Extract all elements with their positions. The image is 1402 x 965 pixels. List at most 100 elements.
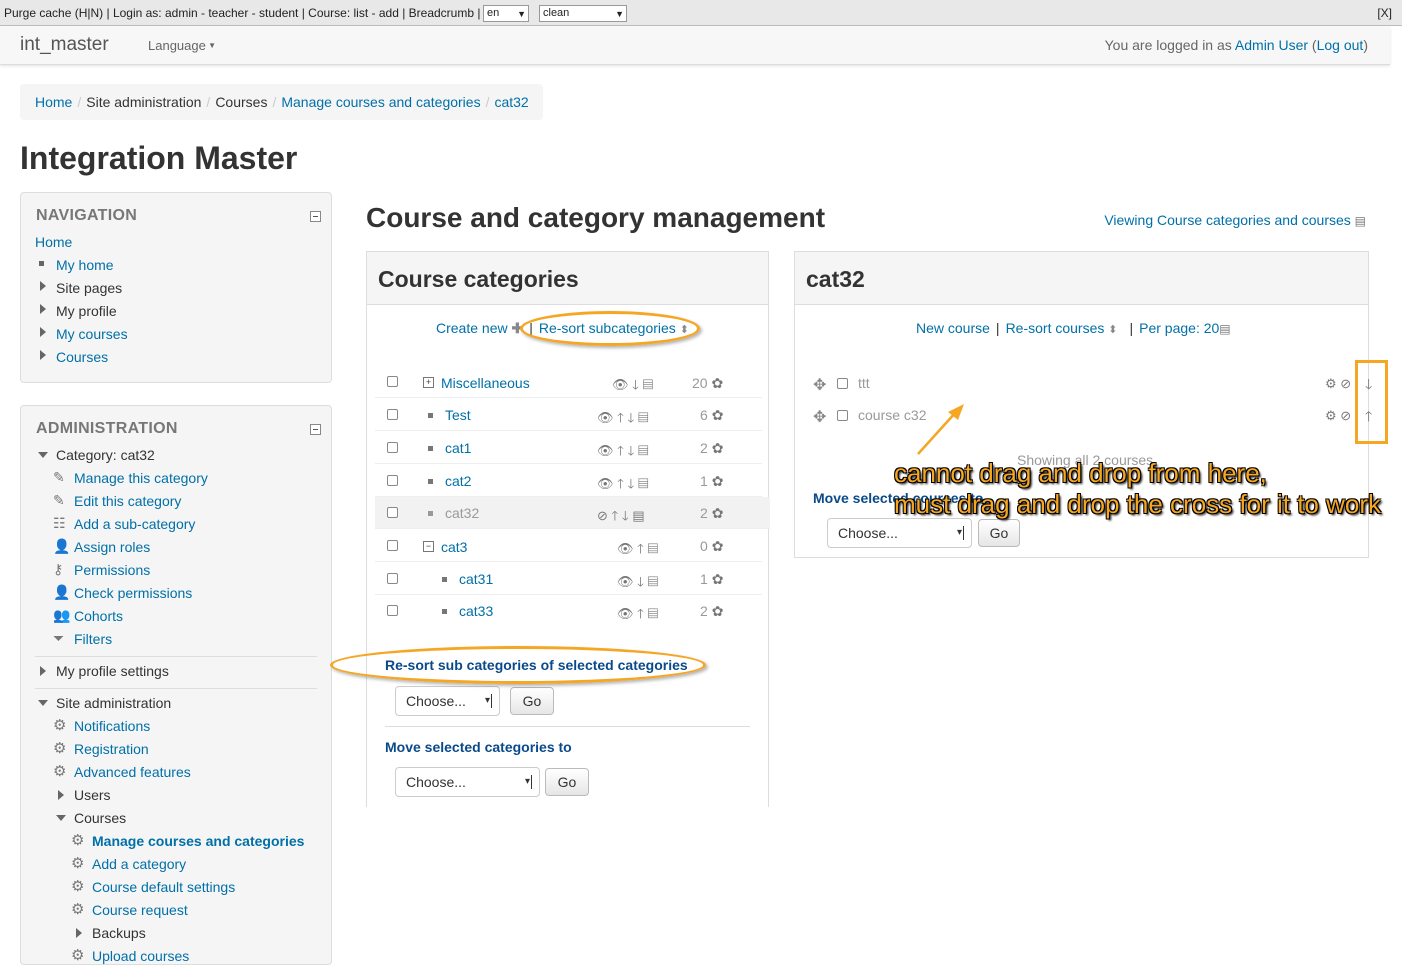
move-cross-icon[interactable]: ✥	[813, 375, 826, 395]
advanced-features[interactable]: Advanced features	[74, 764, 191, 780]
category-row-cat33[interactable]: cat33 👁 🡑 ▤ 2 ✿	[375, 595, 762, 627]
category-row-cat31[interactable]: cat31 👁 🡓 ▤ 1 ✿	[375, 563, 762, 595]
eye-icon[interactable]: 👁	[597, 410, 614, 425]
create-new-link[interactable]: Create new ✚	[436, 320, 523, 336]
move-courses-go-button[interactable]: Go	[978, 519, 1020, 547]
add-a-category[interactable]: Add a category	[92, 856, 186, 872]
arrow-down-icon[interactable]: 🡓	[637, 574, 644, 589]
expand-arrow-icon[interactable]	[76, 928, 82, 938]
user-link[interactable]: Admin User	[1235, 37, 1308, 53]
eye-slash-icon[interactable]: ⊘	[1340, 408, 1351, 423]
course-name[interactable]: ttt	[858, 375, 870, 391]
collapse-minus-icon[interactable]: −	[423, 541, 434, 552]
category-row-cat3[interactable]: − cat3 👁 🡑 ▤ 0 ✿	[375, 530, 762, 562]
expand-arrow-icon[interactable]	[40, 327, 46, 337]
nav-my-profile[interactable]: My profile	[56, 303, 117, 319]
backups[interactable]: Backups	[92, 925, 146, 941]
category-name[interactable]: Miscellaneous	[441, 375, 530, 391]
arrow-up-icon[interactable]: 🡑	[617, 443, 624, 458]
category-checkbox[interactable]	[387, 573, 398, 584]
eye-icon[interactable]: 👁	[617, 606, 634, 621]
category-checkbox[interactable]	[387, 376, 398, 387]
eye-icon[interactable]: 👁	[597, 476, 614, 491]
permissions[interactable]: Permissions	[74, 562, 150, 578]
breadcrumb-cat32[interactable]: cat32	[494, 94, 528, 110]
users[interactable]: Users	[74, 787, 111, 803]
eye-slash-icon[interactable]: ⊘	[1340, 376, 1351, 391]
expand-plus-icon[interactable]: +	[423, 377, 434, 388]
logout-link[interactable]: Log out	[1317, 37, 1364, 53]
move-categories-select[interactable]: Choose... ▾	[395, 767, 540, 797]
manage-courses-and-categories[interactable]: Manage courses and categories	[92, 833, 304, 849]
collapse-arrow-icon[interactable]	[56, 815, 66, 821]
category-row-miscellaneous[interactable]: + Miscellaneous 👁 🡓 ▤ 20 ✿	[375, 366, 762, 398]
collapse-arrow-icon[interactable]	[38, 700, 48, 706]
courses-node[interactable]: Courses	[74, 810, 126, 826]
collapse-icon[interactable]	[310, 211, 321, 222]
arrow-up-icon[interactable]: 🡑	[637, 541, 644, 556]
per-page-link[interactable]: Per page: 20▤	[1139, 320, 1231, 336]
category-checkbox[interactable]	[387, 540, 398, 551]
course-checkbox[interactable]	[837, 378, 848, 389]
resort-courses-link[interactable]: Re-sort courses ⬍	[1006, 320, 1118, 336]
nav-home[interactable]: Home	[35, 234, 72, 250]
nav-my-courses[interactable]: My courses	[56, 326, 128, 342]
gear-icon[interactable]: ⚙	[1325, 376, 1337, 391]
category-name[interactable]: Test	[445, 407, 471, 423]
category-checkbox[interactable]	[387, 605, 398, 616]
language-menu[interactable]: Language ▼	[148, 38, 216, 53]
nav-my-home[interactable]: My home	[39, 257, 114, 273]
move-cross-icon[interactable]: ✥	[813, 407, 826, 427]
collapse-icon[interactable]	[310, 424, 321, 435]
menu-icon[interactable]: ▤	[632, 508, 644, 523]
filters[interactable]: Filters	[74, 631, 112, 647]
edit-this-category[interactable]: Edit this category	[74, 493, 181, 509]
gear-icon[interactable]: ⚙	[1325, 408, 1337, 423]
category-row-cat2[interactable]: cat2 👁 🡑 🡓 ▤ 1 ✿	[375, 465, 762, 497]
collapse-arrow-icon[interactable]	[38, 452, 48, 458]
expand-arrow-icon[interactable]	[40, 281, 46, 291]
arrow-up-icon[interactable]: 🡑	[617, 410, 624, 425]
arrow-down-icon[interactable]: 🡓	[628, 443, 635, 458]
eye-icon[interactable]: 👁	[612, 377, 629, 392]
language-select[interactable]: en ▼	[483, 5, 529, 22]
menu-icon[interactable]: ▤	[648, 541, 659, 556]
site-administration[interactable]: Site administration	[56, 695, 171, 711]
resort-go-button[interactable]: Go	[510, 687, 554, 715]
course-request[interactable]: Course request	[92, 902, 188, 918]
category-row-cat1[interactable]: cat1 👁 🡑 🡓 ▤ 2 ✿	[375, 432, 762, 464]
nav-site-pages[interactable]: Site pages	[56, 280, 122, 296]
course-checkbox[interactable]	[837, 410, 848, 421]
registration[interactable]: Registration	[74, 741, 149, 757]
manage-this-category[interactable]: Manage this category	[74, 470, 208, 486]
move-categories-go-button[interactable]: Go	[545, 768, 589, 796]
my-profile-settings[interactable]: My profile settings	[56, 663, 169, 679]
menu-icon[interactable]: ▤	[648, 606, 659, 621]
site-brand[interactable]: int_master	[20, 34, 109, 56]
close-devbar-button[interactable]: [X]	[1377, 6, 1392, 20]
arrow-down-icon[interactable]: 🡓	[632, 377, 639, 392]
eye-icon[interactable]: 👁	[617, 541, 634, 556]
breadcrumb-manage[interactable]: Manage courses and categories	[281, 94, 480, 110]
breadcrumb-home[interactable]: Home	[35, 94, 72, 110]
expand-arrow-icon[interactable]	[58, 790, 64, 800]
nav-courses[interactable]: Courses	[56, 349, 108, 365]
arrow-down-icon[interactable]: 🡓	[622, 508, 629, 523]
category-checkbox[interactable]	[387, 442, 398, 453]
move-courses-select[interactable]: Choose... ▾	[827, 518, 972, 548]
menu-icon[interactable]: ▤	[638, 443, 649, 458]
check-permissions[interactable]: Check permissions	[74, 585, 192, 601]
menu-icon[interactable]: ▤	[638, 476, 649, 491]
viewing-mode-link[interactable]: Viewing Course categories and courses ▤	[1104, 212, 1366, 228]
category-name[interactable]: cat3	[441, 539, 467, 555]
upload-courses[interactable]: Upload courses	[92, 948, 189, 964]
notifications[interactable]: Notifications	[74, 718, 150, 734]
resort-choose-select[interactable]: Choose... ▾	[395, 686, 500, 716]
eye-slash-icon[interactable]: ⊘	[597, 508, 608, 523]
cohorts[interactable]: Cohorts	[74, 608, 123, 624]
category-name[interactable]: cat31	[459, 571, 493, 587]
category-checkbox[interactable]	[387, 409, 398, 420]
new-course-link[interactable]: New course	[916, 320, 990, 336]
category-name[interactable]: cat1	[445, 440, 471, 456]
category-row-test[interactable]: Test 👁 🡑 🡓 ▤ 6 ✿	[375, 399, 762, 431]
